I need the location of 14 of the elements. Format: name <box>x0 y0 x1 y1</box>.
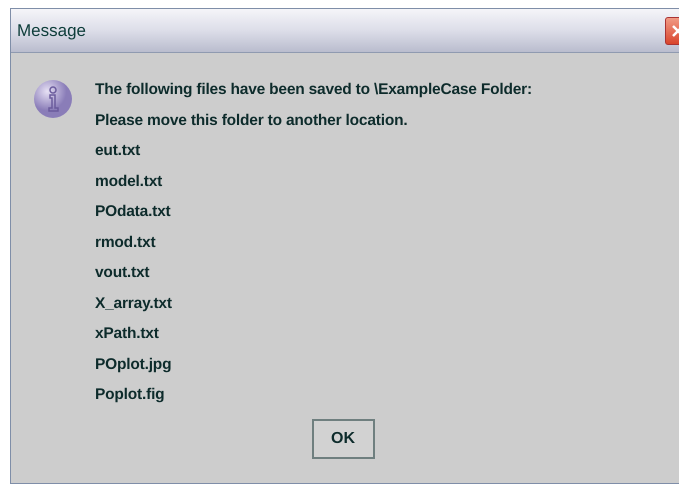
file-name: POplot.jpg <box>95 354 172 374</box>
file-name: model.txt <box>95 172 164 192</box>
file-name: xPath.txt <box>95 324 160 344</box>
file-name: eut.txt <box>95 141 142 161</box>
message-text: The following files have been saved to \ExampleCase Folder: <box>95 80 533 100</box>
file-name: vout.txt <box>95 263 150 283</box>
file-name: POdata.txt <box>95 202 172 222</box>
ok-button[interactable]: OK <box>312 418 374 458</box>
info-icon <box>33 79 73 119</box>
file-name: rmod.txt <box>95 232 156 252</box>
file-name: X_array.txt <box>95 294 173 314</box>
message-text: Please move this folder to another location. <box>95 110 408 130</box>
file-name: Poplot.fig <box>95 385 166 405</box>
window-title: Message <box>16 20 86 40</box>
